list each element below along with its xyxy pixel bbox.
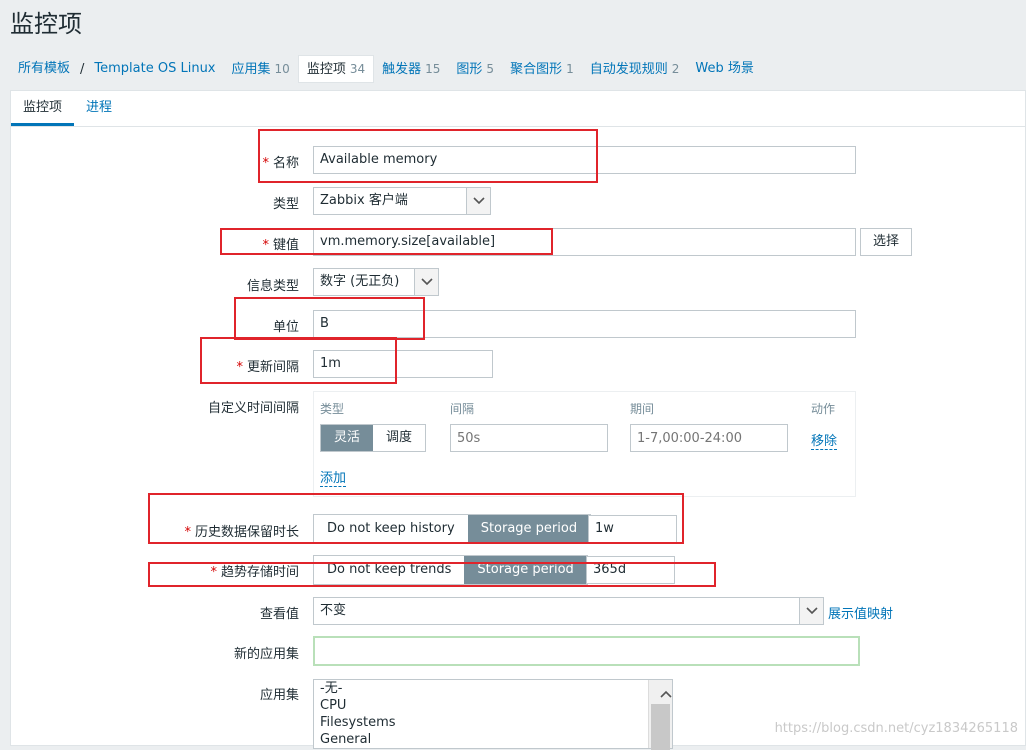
chevron-up-icon[interactable] xyxy=(654,686,672,703)
list-item[interactable]: CPU xyxy=(314,697,672,714)
chevron-down-icon xyxy=(414,269,438,295)
nav-items[interactable]: 监控项 34 xyxy=(297,55,375,83)
item-form-panel: 监控项 进程 * 名称 Available memory 类型 Zabbix 客户… xyxy=(10,90,1026,750)
annotation-box-units xyxy=(234,297,425,340)
col-action-header: 动作 xyxy=(811,402,836,416)
chevron-down-icon xyxy=(799,598,823,624)
list-item[interactable]: -无- xyxy=(314,680,672,697)
remove-interval-link[interactable]: 移除 xyxy=(811,430,838,450)
new-app-input[interactable] xyxy=(313,636,860,666)
page-title: 监控项 xyxy=(10,10,82,38)
custom-period-input[interactable] xyxy=(630,424,788,452)
nav-items-count: 34 xyxy=(349,62,366,76)
nav-applications-label: 应用集 xyxy=(231,62,271,77)
nav-applications[interactable]: 应用集 10 xyxy=(224,54,298,84)
valuemap-label: 查看值 xyxy=(259,607,299,622)
type-select-value: Zabbix 客户端 xyxy=(320,193,408,208)
add-interval-link[interactable]: 添加 xyxy=(320,467,347,487)
type-flexible-option[interactable]: 灵活 xyxy=(321,425,374,451)
scrollbar-thumb[interactable] xyxy=(651,704,670,750)
nav-screens-count: 1 xyxy=(566,62,574,76)
nav-graphs-count: 5 xyxy=(486,62,495,76)
nav-discovery-rules[interactable]: 自动发现规则 2 xyxy=(582,54,688,84)
custom-intervals-table: 类型 间隔 期间 动作 灵活 调度 移除 添加 xyxy=(313,391,856,497)
nav-triggers-label: 触发器 xyxy=(382,62,422,77)
chevron-down-icon xyxy=(466,188,490,214)
col-period-header: 期间 xyxy=(630,402,655,416)
col-interval-header: 间隔 xyxy=(450,402,475,416)
nav-discovery-label: 自动发现规则 xyxy=(589,62,668,77)
nav-screens-label: 聚合图形 xyxy=(510,62,563,77)
list-item[interactable]: General xyxy=(314,731,672,748)
annotation-box-history xyxy=(148,493,684,544)
valuemap-select[interactable]: 不变 xyxy=(313,597,824,625)
info-type-label: 信息类型 xyxy=(246,279,299,294)
show-value-mappings-link[interactable]: 展示值映射 xyxy=(828,603,893,622)
nav-triggers[interactable]: 触发器 15 xyxy=(374,54,448,84)
valuemap-value: 不变 xyxy=(320,603,347,618)
type-scheduling-option[interactable]: 调度 xyxy=(373,425,426,451)
breadcrumb-separator: / xyxy=(80,61,85,77)
nav-applications-count: 10 xyxy=(274,62,290,76)
apps-label: 应用集 xyxy=(259,688,299,703)
nav-template-os-linux[interactable]: Template OS Linux xyxy=(86,54,223,84)
annotation-box-interval xyxy=(200,337,397,384)
nav-discovery-count: 2 xyxy=(671,62,680,76)
annotation-box-key xyxy=(220,228,553,255)
nav-triggers-count: 15 xyxy=(425,62,441,76)
interval-type-toggle: 灵活 调度 xyxy=(320,424,427,452)
tab-item[interactable]: 监控项 xyxy=(11,91,75,126)
nav-items-label: 监控项 xyxy=(306,62,346,77)
custom-interval-input[interactable] xyxy=(450,424,608,452)
annotation-box-name xyxy=(258,129,598,183)
col-type-header: 类型 xyxy=(320,402,345,416)
new-app-label: 新的应用集 xyxy=(233,647,299,662)
nav-screens[interactable]: 聚合图形 1 xyxy=(502,54,582,84)
type-select[interactable]: Zabbix 客户端 xyxy=(313,187,491,215)
nav-graphs-label: 图形 xyxy=(456,62,483,77)
list-item[interactable]: Filesystems xyxy=(314,714,672,731)
type-label: 类型 xyxy=(272,197,299,212)
breadcrumb-nav: 所有模板 / Template OS Linux 应用集 10 监控项 34 触发器… xyxy=(10,54,762,84)
nav-graphs[interactable]: 图形 5 xyxy=(448,54,502,84)
watermark: https://blog.csdn.net/cyz1834265118 xyxy=(774,721,1018,736)
annotation-box-trends xyxy=(148,562,716,587)
key-select-button[interactable]: 选择 xyxy=(860,228,913,256)
apps-listbox[interactable]: -无- CPU Filesystems General xyxy=(313,679,673,750)
info-type-select[interactable]: 数字 (无正负) xyxy=(313,268,439,296)
tab-process[interactable]: 进程 xyxy=(74,91,124,126)
nav-web-scenarios[interactable]: Web 场景 xyxy=(687,54,761,84)
listbox-scrollbar[interactable] xyxy=(648,680,672,750)
info-type-value: 数字 (无正负) xyxy=(320,274,400,289)
form-tabs: 监控项 进程 xyxy=(11,91,1025,127)
nav-all-templates[interactable]: 所有模板 xyxy=(10,54,78,84)
custom-intervals-label: 自定义时间间隔 xyxy=(207,401,299,416)
